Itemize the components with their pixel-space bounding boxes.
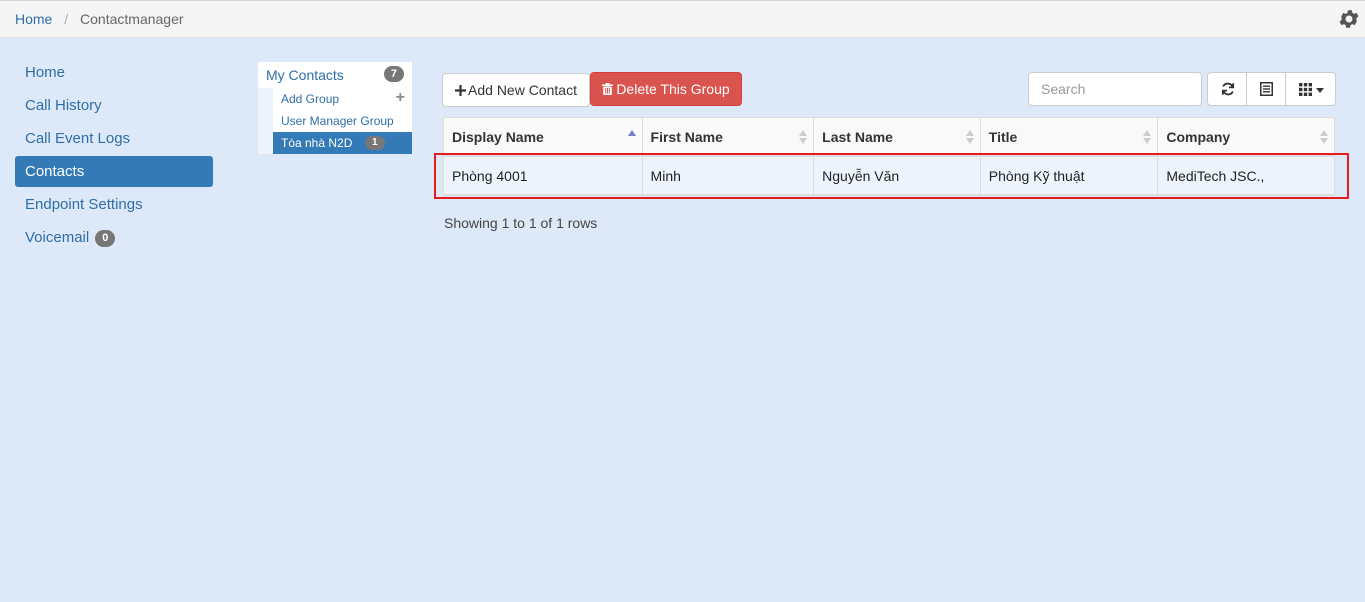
sidebar-item-endpoint-settings[interactable]: Endpoint Settings — [15, 189, 213, 220]
top-bar: Home / Contactmanager — [0, 0, 1365, 38]
sidebar-nav: Home Call History Call Event Logs Contac… — [15, 57, 213, 255]
sidebar-item-label: Call History — [25, 97, 102, 114]
toggle-view-button[interactable] — [1246, 72, 1286, 106]
search-input[interactable] — [1028, 72, 1202, 106]
sort-both-icon — [965, 130, 974, 144]
sidebar-item-call-history[interactable]: Call History — [15, 90, 213, 121]
breadcrumb-home-link[interactable]: Home — [15, 11, 52, 27]
column-header-display-name[interactable]: Display Name — [444, 118, 643, 155]
sort-both-icon — [799, 130, 808, 144]
columns-grid-icon — [1299, 83, 1312, 96]
group-count-badge: 1 — [365, 136, 385, 150]
pagination-info: Showing 1 to 1 of 1 rows — [444, 215, 598, 231]
breadcrumb: Home / Contactmanager — [15, 11, 184, 27]
add-new-contact-label: Add New Contact — [468, 82, 577, 98]
my-contacts-count-badge: 7 — [383, 66, 404, 82]
group-item-selected[interactable]: Tòa nhà N2D 1 — [273, 132, 412, 154]
sort-ascending-icon — [627, 130, 636, 136]
delete-group-button[interactable]: Delete This Group — [590, 72, 742, 106]
sidebar-item-contacts[interactable]: Contacts — [15, 156, 213, 187]
sort-both-icon — [1143, 130, 1152, 144]
column-header-label: First Name — [650, 129, 723, 145]
column-header-company[interactable]: Company — [1158, 118, 1334, 155]
sidebar-item-label: Endpoint Settings — [25, 196, 143, 213]
sidebar-item-label: Contacts — [25, 163, 85, 180]
breadcrumb-current: Contactmanager — [80, 11, 184, 27]
sidebar-item-label: Call Event Logs — [25, 130, 131, 147]
sort-both-icon — [1319, 130, 1328, 144]
gear-icon[interactable] — [1337, 7, 1361, 31]
column-header-label: Company — [1166, 129, 1231, 145]
group-tree-indent — [258, 88, 273, 154]
breadcrumb-separator: / — [64, 11, 69, 27]
plus-icon[interactable]: + — [396, 90, 405, 106]
delete-group-label: Delete This Group — [616, 81, 730, 97]
row-highlight-box — [434, 153, 1349, 199]
sidebar-item-voicemail[interactable]: Voicemail 0 — [15, 222, 213, 253]
sidebar-item-home[interactable]: Home — [15, 57, 213, 88]
refresh-button[interactable] — [1207, 72, 1247, 106]
sidebar-item-label: Home — [25, 64, 66, 81]
add-new-contact-button[interactable]: Add New Contact — [442, 73, 590, 107]
caret-down-icon — [1316, 88, 1324, 93]
table-header: Display Name First Name Last Name Title … — [444, 118, 1334, 157]
my-contacts-link[interactable]: My Contacts — [266, 67, 344, 83]
column-header-last-name[interactable]: Last Name — [814, 118, 981, 155]
sidebar-item-label: Voicemail — [25, 229, 90, 246]
column-header-label: Display Name — [452, 129, 544, 145]
refresh-icon — [1221, 82, 1235, 96]
column-header-title[interactable]: Title — [981, 118, 1159, 155]
list-icon — [1260, 82, 1273, 96]
trash-icon — [602, 83, 614, 95]
column-header-label: Last Name — [822, 129, 893, 145]
contact-groups-panel: My Contacts 7 Add Group + User Manager G… — [258, 62, 412, 154]
sidebar-item-call-event-logs[interactable]: Call Event Logs — [15, 123, 213, 154]
group-item-label: Tòa nhà N2D — [281, 136, 353, 150]
plus-icon — [455, 85, 467, 96]
voicemail-count-badge: 0 — [95, 230, 116, 247]
column-header-label: Title — [988, 129, 1018, 145]
user-manager-group-link[interactable]: User Manager Group — [281, 114, 394, 128]
column-header-first-name[interactable]: First Name — [643, 118, 815, 155]
columns-dropdown-button[interactable] — [1285, 72, 1336, 106]
add-group-link[interactable]: Add Group — [281, 92, 339, 106]
